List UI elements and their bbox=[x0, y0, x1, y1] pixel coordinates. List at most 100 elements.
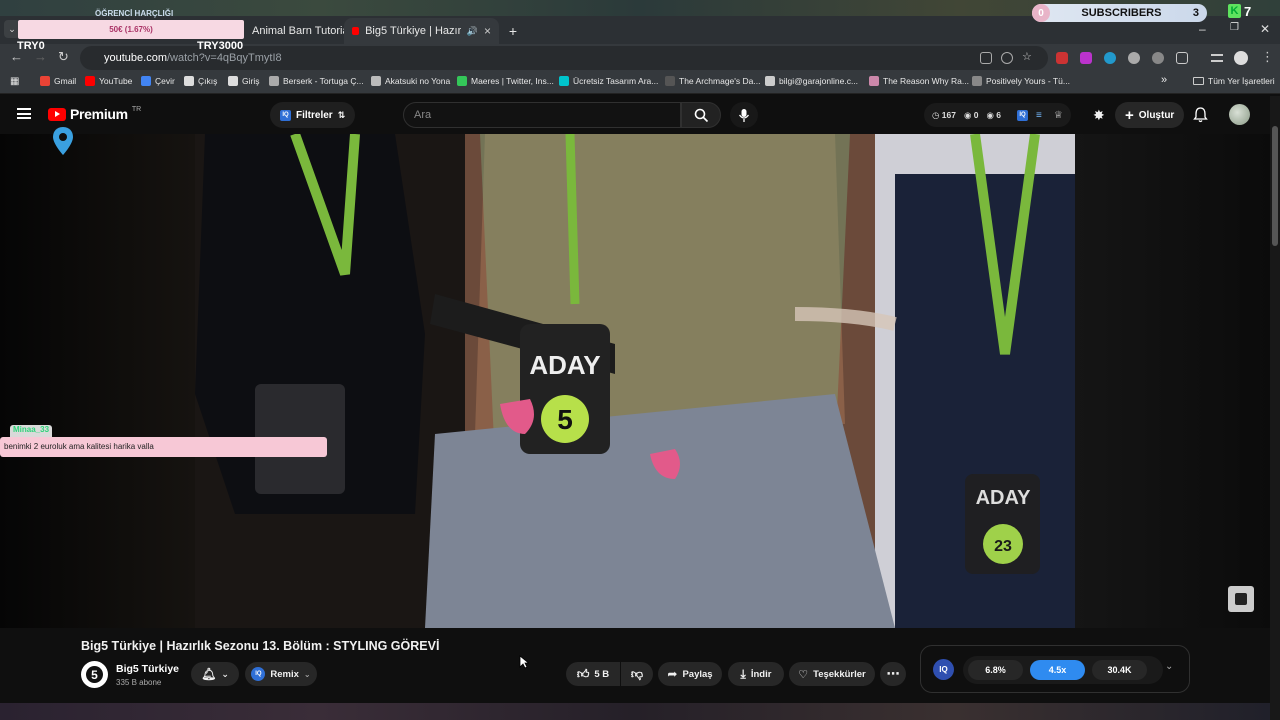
search-icon bbox=[694, 108, 708, 122]
tab-big5[interactable]: Big5 Türkiye | Hazırlık Sezo 🔊 × bbox=[344, 18, 499, 44]
filters-label: Filtreler bbox=[296, 109, 333, 121]
profile-icon[interactable] bbox=[1234, 51, 1248, 65]
trophy-icon[interactable]: ♕ bbox=[1054, 110, 1063, 121]
extension-adblock-icon[interactable] bbox=[1056, 52, 1068, 64]
cast-icon[interactable] bbox=[980, 52, 992, 64]
dislikes-stat: ◉ 6 bbox=[986, 109, 1001, 120]
bookmark-label: Positively Yours - Tü... bbox=[986, 76, 1070, 86]
bookmark-label: Giriş bbox=[242, 76, 260, 86]
bookmark-item[interactable]: Çevir bbox=[141, 76, 175, 86]
tab-animal-barn[interactable]: Animal Barn Tutorial × bbox=[244, 18, 344, 44]
channel-avatar[interactable]: 5 bbox=[81, 661, 108, 688]
bookmark-item[interactable]: bilgi@garajonline.c... bbox=[765, 76, 858, 86]
iq-stats-panel: IQ 6.8% 4.5x 30.4K ⌄ bbox=[920, 645, 1190, 693]
channel-name[interactable]: Big5 Türkiye bbox=[116, 663, 179, 675]
minimize-icon[interactable]: – bbox=[1199, 22, 1206, 36]
all-bookmarks[interactable]: Tüm Yer İşaretleri bbox=[1193, 76, 1275, 86]
bookmark-label: Çevir bbox=[155, 76, 175, 86]
tab-label: Animal Barn Tutorial bbox=[252, 25, 344, 37]
download-button[interactable]: ⤓ İndir bbox=[728, 662, 784, 686]
dislikes-count: 6 bbox=[996, 109, 1001, 120]
filters-button[interactable]: IQ Filtreler ⇅ bbox=[270, 102, 356, 128]
logo-region: TR bbox=[131, 105, 142, 113]
share-icon: ➦ bbox=[667, 667, 678, 681]
voice-search-button[interactable] bbox=[730, 102, 758, 128]
scrollbar-thumb[interactable] bbox=[1272, 126, 1278, 246]
search-button[interactable] bbox=[681, 102, 721, 128]
bookmark-item[interactable]: The Reason Why Ra... bbox=[869, 76, 969, 86]
window-close-icon[interactable]: ✕ bbox=[1260, 22, 1270, 36]
maximize-icon[interactable]: ❐ bbox=[1230, 22, 1239, 33]
extension-blue-icon[interactable] bbox=[1104, 52, 1116, 64]
page-scrollbar[interactable] bbox=[1270, 96, 1280, 720]
new-tab-button[interactable]: + bbox=[503, 18, 523, 44]
extension-cloud-icon[interactable] bbox=[1152, 52, 1164, 64]
reload-icon[interactable]: ↻ bbox=[58, 49, 69, 65]
folder-icon bbox=[1193, 77, 1204, 85]
iq-chip-icon: IQ bbox=[280, 109, 291, 121]
bookmarks-more-icon[interactable]: » bbox=[1161, 74, 1167, 86]
youtube-premium-logo[interactable]: Premium TR bbox=[48, 106, 141, 122]
stack-icon[interactable]: ≡ bbox=[1036, 110, 1042, 121]
more-actions-button[interactable]: ⋯ bbox=[880, 662, 906, 686]
channel-avatar-initial: 5 bbox=[86, 666, 103, 683]
bookmark-item[interactable]: Gmail bbox=[40, 76, 76, 86]
iq-chip-icon[interactable]: IQ bbox=[1017, 109, 1028, 121]
extension-purple-icon[interactable] bbox=[1080, 52, 1092, 64]
video-frame: ADAY 23 ADAY 5 bbox=[195, 134, 1075, 628]
video-player[interactable]: ADAY 23 ADAY 5 bbox=[0, 134, 1270, 628]
thumbs-up-icon: 👍︎ bbox=[576, 666, 590, 681]
view-stats-group: ◷ 167 ◉ 0 ◉ 6 IQ ≡ ♕ bbox=[924, 103, 1071, 127]
views-count: 167 bbox=[941, 109, 956, 120]
bookmark-item[interactable]: Positively Yours - Tü... bbox=[972, 76, 1070, 86]
extensions-puzzle-icon[interactable] bbox=[1176, 52, 1188, 64]
bell-icon: 🔔︎ bbox=[201, 667, 217, 681]
bookmark-favicon-icon bbox=[40, 76, 50, 86]
thanks-button[interactable]: ♡ Teşekkürler bbox=[789, 662, 875, 686]
chat-username: Minaa_33 bbox=[10, 425, 53, 437]
notifications-bell-icon[interactable] bbox=[1193, 107, 1208, 123]
bookmark-label: Berserk - Tortuga Ç... bbox=[283, 76, 364, 86]
account-avatar[interactable] bbox=[1229, 104, 1250, 125]
thanks-label: Teşekkürler bbox=[813, 668, 866, 680]
bookmark-item[interactable]: YouTube bbox=[85, 76, 132, 86]
bookmark-label: YouTube bbox=[99, 76, 133, 86]
media-control-icon[interactable] bbox=[1211, 54, 1223, 62]
bookmark-item[interactable]: The Archmage's Da... bbox=[665, 76, 760, 86]
chevron-down-icon[interactable]: ⌄ bbox=[1165, 661, 1173, 672]
iq-logo-icon[interactable]: IQ bbox=[933, 659, 954, 680]
bookmark-favicon-icon bbox=[184, 76, 194, 86]
bookmark-item[interactable]: Çıkış bbox=[184, 76, 217, 86]
tab-label: Big5 Türkiye | Hazırlık Sezo bbox=[365, 25, 461, 37]
bookmark-item[interactable]: Ücretsiz Tasarım Ara... bbox=[559, 76, 658, 86]
bookmark-item[interactable]: Berserk - Tortuga Ç... bbox=[269, 76, 364, 86]
dislike-button[interactable]: 👎︎ bbox=[621, 662, 653, 686]
contestant-badge-top: ADAY bbox=[529, 350, 600, 380]
hamburger-menu-icon[interactable] bbox=[17, 108, 31, 119]
create-button[interactable]: + Oluştur bbox=[1115, 102, 1185, 128]
like-button[interactable]: 👍︎ 5 B bbox=[566, 662, 620, 686]
bookmark-favicon-icon bbox=[665, 76, 675, 86]
extension-bulb-icon[interactable] bbox=[1128, 52, 1140, 64]
bookmark-label: bilgi@garajonline.c... bbox=[779, 76, 859, 86]
bookmark-item[interactable]: Akatsuki no Yona bbox=[371, 76, 450, 86]
share-button[interactable]: ➦ Paylaş bbox=[658, 662, 722, 686]
subscribe-bell-button[interactable]: 🔔︎ ⌄ bbox=[191, 662, 239, 686]
menu-icon[interactable]: ⋮ bbox=[1261, 49, 1274, 65]
bookmark-item[interactable]: Giriş bbox=[228, 76, 259, 86]
bookmark-item[interactable]: Maeres | Twitter, Ins... bbox=[457, 76, 554, 86]
eye-off-icon[interactable] bbox=[1001, 52, 1013, 64]
remix-button[interactable]: IQ Remix ⌄ bbox=[245, 662, 317, 686]
star-icon[interactable]: ☆ bbox=[1022, 50, 1032, 63]
bookmark-label: Ücretsiz Tasarım Ara... bbox=[573, 76, 659, 86]
close-icon[interactable]: × bbox=[484, 24, 491, 38]
download-video-button[interactable] bbox=[1228, 586, 1254, 612]
stream-goal-title: ÖĞRENCİ HARÇLIĞI bbox=[95, 9, 174, 18]
thanks-heart-icon: ♡ bbox=[798, 668, 809, 681]
speaker-icon[interactable]: 🔊 bbox=[467, 26, 478, 37]
mouse-cursor-icon bbox=[519, 655, 529, 669]
apps-grid-icon[interactable]: ▦ bbox=[10, 76, 19, 87]
bookmark-label: Gmail bbox=[54, 76, 77, 86]
search-input[interactable] bbox=[403, 102, 681, 128]
sparkle-icon[interactable]: ✸ bbox=[1093, 107, 1105, 124]
